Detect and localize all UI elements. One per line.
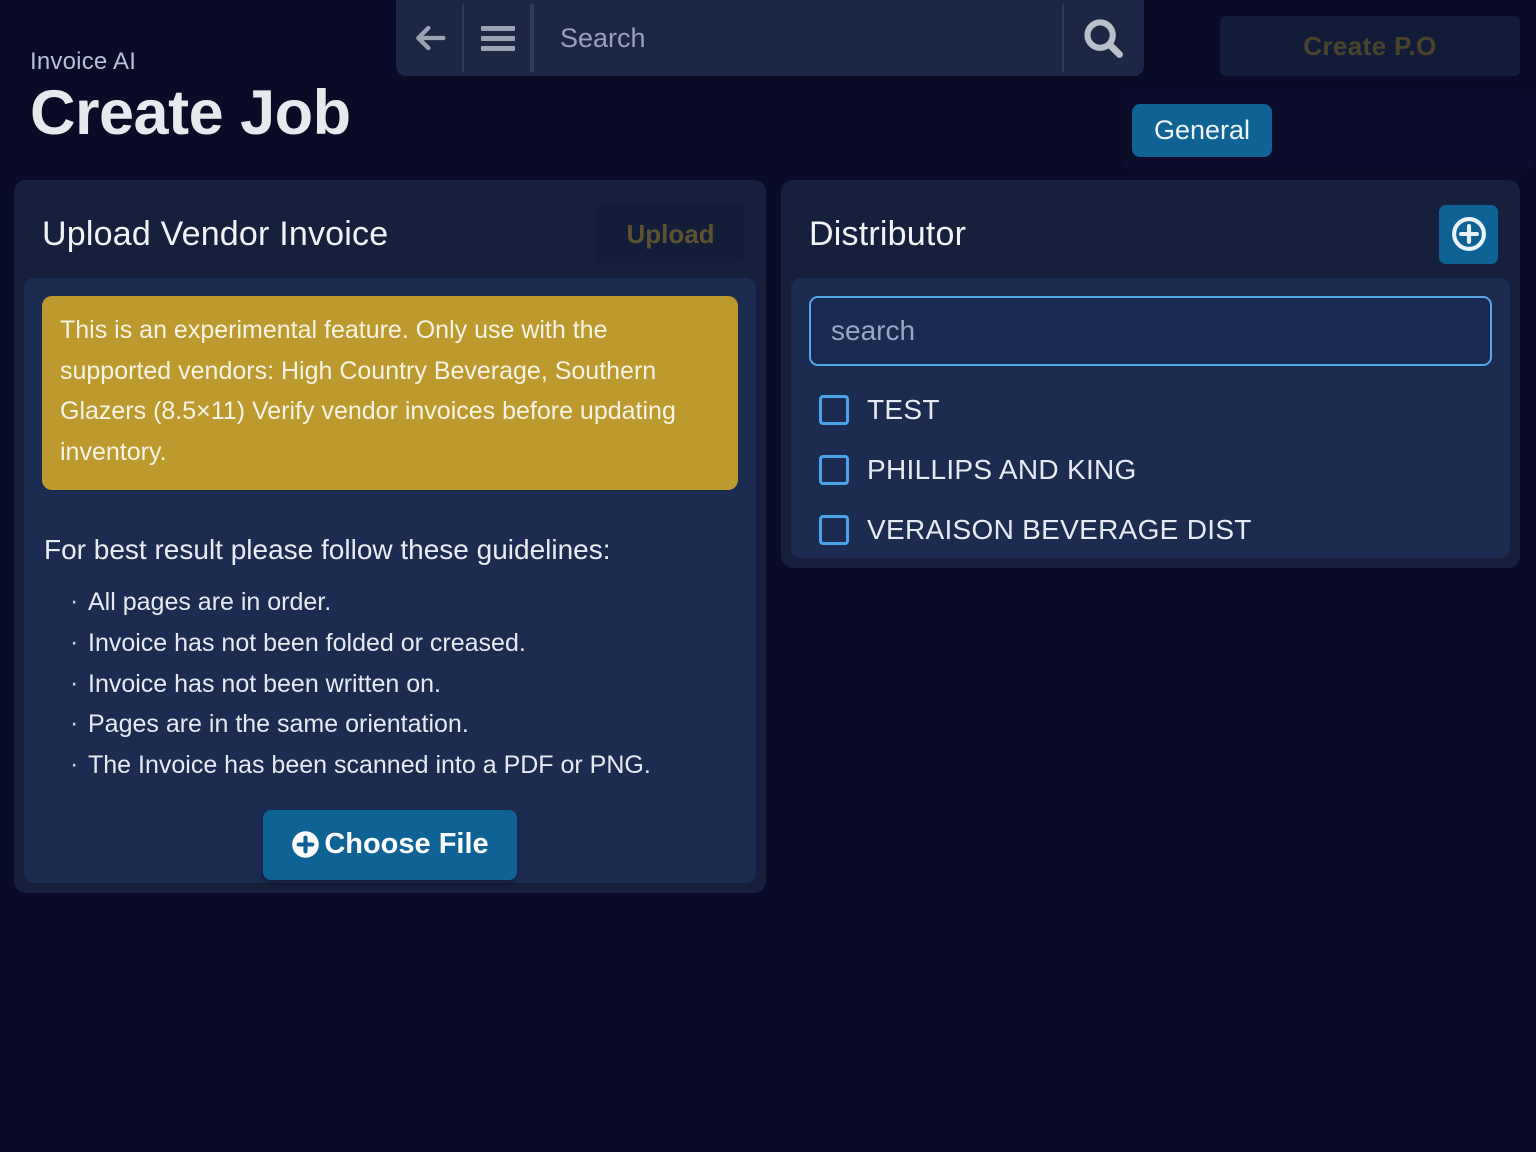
upload-button-label: Upload: [626, 218, 715, 249]
checkbox-icon[interactable]: [819, 515, 849, 545]
experimental-feature-warning: This is an experimental feature. Only us…: [42, 296, 738, 490]
hamburger-menu-icon: [481, 25, 515, 51]
plus-circle-icon: [292, 831, 320, 859]
upload-card-title: Upload Vendor Invoice: [42, 214, 389, 253]
top-search-bar: [396, 0, 1144, 76]
list-item: Invoice has not been written on.: [70, 663, 738, 705]
distributor-card-title: Distributor: [809, 214, 967, 253]
distributor-card: Distributor TEST PHILLIPS AND KING: [781, 180, 1520, 568]
page-heading: Invoice AI Create Job: [30, 48, 351, 146]
upload-card-header: Upload Vendor Invoice Upload: [24, 190, 756, 278]
distributor-card-body: TEST PHILLIPS AND KING VERAISON BEVERAGE…: [791, 278, 1510, 558]
list-item: Pages are in the same orientation.: [70, 703, 738, 745]
distributor-label: PHILLIPS AND KING: [867, 454, 1137, 485]
tab-general[interactable]: General: [1132, 103, 1273, 157]
distributor-list: TEST PHILLIPS AND KING VERAISON BEVERAGE…: [809, 380, 1492, 560]
create-po-label: Create P.O: [1303, 30, 1437, 61]
list-item[interactable]: TEST: [809, 380, 1492, 440]
list-item[interactable]: PHILLIPS AND KING: [809, 440, 1492, 500]
choose-file-row: Choose File: [42, 809, 738, 880]
magnifier-icon: [1084, 19, 1123, 58]
create-po-button[interactable]: Create P.O: [1220, 16, 1520, 76]
upload-vendor-invoice-card: Upload Vendor Invoice Upload This is an …: [14, 180, 766, 893]
menu-button[interactable]: [464, 0, 532, 76]
choose-file-button[interactable]: Choose File: [263, 809, 517, 880]
list-item: The Invoice has been scanned into a PDF …: [70, 744, 738, 786]
app-root: Create P.O Invoice AI Create Job General…: [0, 0, 1536, 1152]
distributor-label: TEST: [867, 394, 940, 425]
search-input[interactable]: [560, 22, 1062, 54]
plus-circle-icon: [1451, 217, 1486, 251]
tab-general-label: General: [1154, 114, 1251, 145]
back-button[interactable]: [396, 0, 464, 76]
list-item: All pages are in order.: [70, 581, 738, 623]
app-name-label: Invoice AI: [30, 48, 137, 75]
tab-strip: General: [1122, 90, 1534, 170]
upload-card-body: This is an experimental feature. Only us…: [24, 278, 756, 883]
search-field-wrap: [532, 0, 1062, 76]
checkbox-icon[interactable]: [819, 395, 849, 425]
guidelines-title: For best result please follow these guid…: [44, 534, 611, 565]
search-submit-button[interactable]: [1062, 0, 1144, 76]
add-distributor-button[interactable]: [1439, 204, 1498, 264]
list-item[interactable]: VERAISON BEVERAGE DIST: [809, 500, 1492, 560]
distributor-card-header: Distributor: [791, 190, 1510, 278]
upload-button[interactable]: Upload: [597, 205, 744, 263]
page-title: Create Job: [30, 78, 351, 148]
list-item: Invoice has not been folded or creased.: [70, 622, 738, 664]
choose-file-label: Choose File: [324, 828, 489, 861]
guidelines-list: All pages are in order. Invoice has not …: [70, 581, 738, 786]
arrow-left-icon: [416, 25, 446, 51]
distributor-search-input[interactable]: [809, 296, 1492, 366]
checkbox-icon[interactable]: [819, 455, 849, 485]
distributor-label: VERAISON BEVERAGE DIST: [867, 514, 1252, 545]
